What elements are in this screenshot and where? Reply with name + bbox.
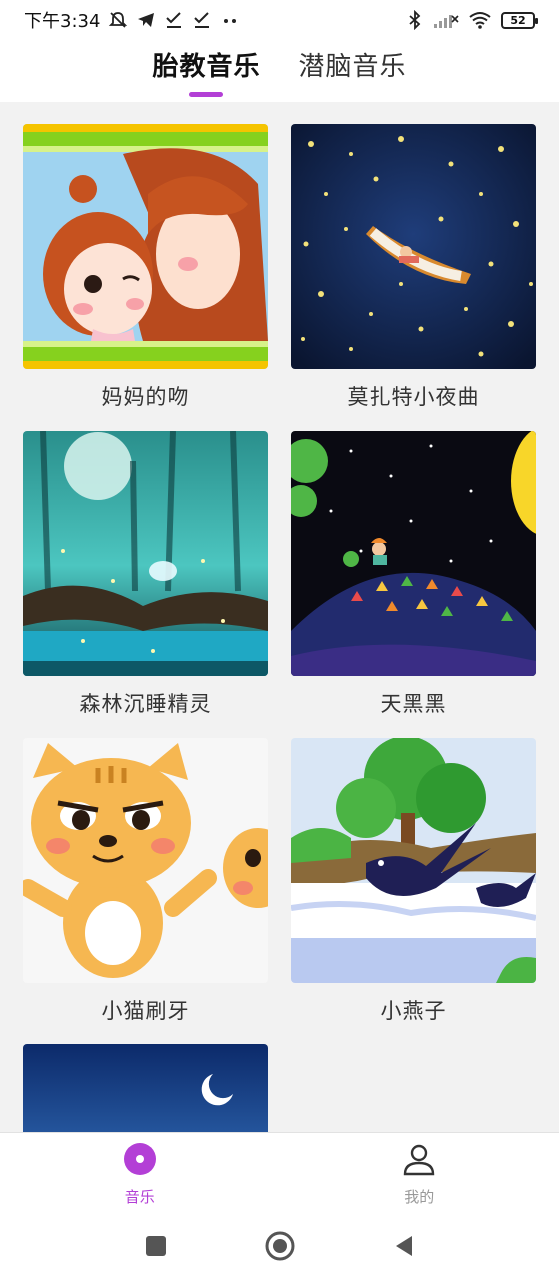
nav-label: 音乐 [124, 1188, 155, 1206]
song-title: 天黑黑 [380, 692, 447, 716]
status-left: 下午3:34 [24, 7, 240, 33]
header-tabs: 胎教音乐 潜脑音乐 [0, 40, 559, 102]
song-title: 小燕子 [380, 999, 447, 1023]
tab-label: 潜脑音乐 [298, 52, 407, 82]
bluetooth-icon [407, 10, 423, 30]
song-title: 妈妈的吻 [101, 385, 190, 409]
profile-icon [402, 1142, 436, 1180]
battery-indicator: 52 [501, 11, 538, 29]
system-nav-bar [0, 1216, 559, 1280]
more-dots-icon [220, 10, 240, 30]
tab-label: 胎教音乐 [152, 52, 261, 82]
active-tab-indicator [189, 92, 224, 97]
song-title: 森林沉睡精灵 [79, 692, 212, 716]
song-title: 莫扎特小夜曲 [347, 385, 480, 409]
bottom-nav: 音乐 我的 [0, 1132, 559, 1216]
recent-apps-icon[interactable] [144, 1234, 168, 1262]
tab-subconscious-music[interactable]: 潜脑音乐 [299, 40, 407, 102]
music-disc-icon [123, 1142, 157, 1180]
night-boat-art [291, 124, 536, 369]
night-sky-art [291, 431, 536, 676]
song-card[interactable]: 小猫刷牙 [23, 738, 268, 1025]
tab-indicator [336, 92, 370, 97]
song-card[interactable] [23, 1044, 268, 1132]
swallow-art [291, 738, 536, 983]
song-card[interactable]: 天黑黑 [291, 431, 536, 718]
status-time: 下午3:34 [24, 11, 101, 32]
tab-prenatal-music[interactable]: 胎教音乐 [152, 40, 260, 102]
cellular-signal-icon [433, 11, 459, 29]
cat-art [23, 738, 268, 983]
home-icon[interactable] [264, 1230, 296, 1266]
telegram-icon [136, 10, 156, 30]
song-card[interactable]: 莫扎特小夜曲 [291, 124, 536, 411]
status-right: 52 [407, 10, 538, 30]
status-bar: 下午3:34 52 [0, 0, 559, 40]
nav-profile[interactable]: 我的 [280, 1133, 559, 1216]
nav-music[interactable]: 音乐 [0, 1133, 280, 1216]
mother-kiss-art [23, 124, 268, 369]
song-title: 小猫刷牙 [101, 999, 190, 1023]
wifi-icon [469, 11, 491, 29]
check-icon [164, 10, 184, 30]
song-card[interactable]: 小燕子 [291, 738, 536, 1025]
nav-label: 我的 [404, 1188, 435, 1206]
forest-spirit-art [23, 431, 268, 676]
mute-icon [108, 10, 128, 30]
dusk-moon-art [23, 1044, 268, 1132]
back-icon[interactable] [392, 1234, 416, 1262]
song-card[interactable]: 森林沉睡精灵 [23, 431, 268, 718]
check-icon [192, 10, 212, 30]
song-grid: 妈妈的吻 莫扎特小夜曲 森林沉睡精灵 天黑黑 小猫刷牙 小燕子 [23, 124, 536, 1132]
song-card[interactable]: 妈妈的吻 [23, 124, 268, 411]
